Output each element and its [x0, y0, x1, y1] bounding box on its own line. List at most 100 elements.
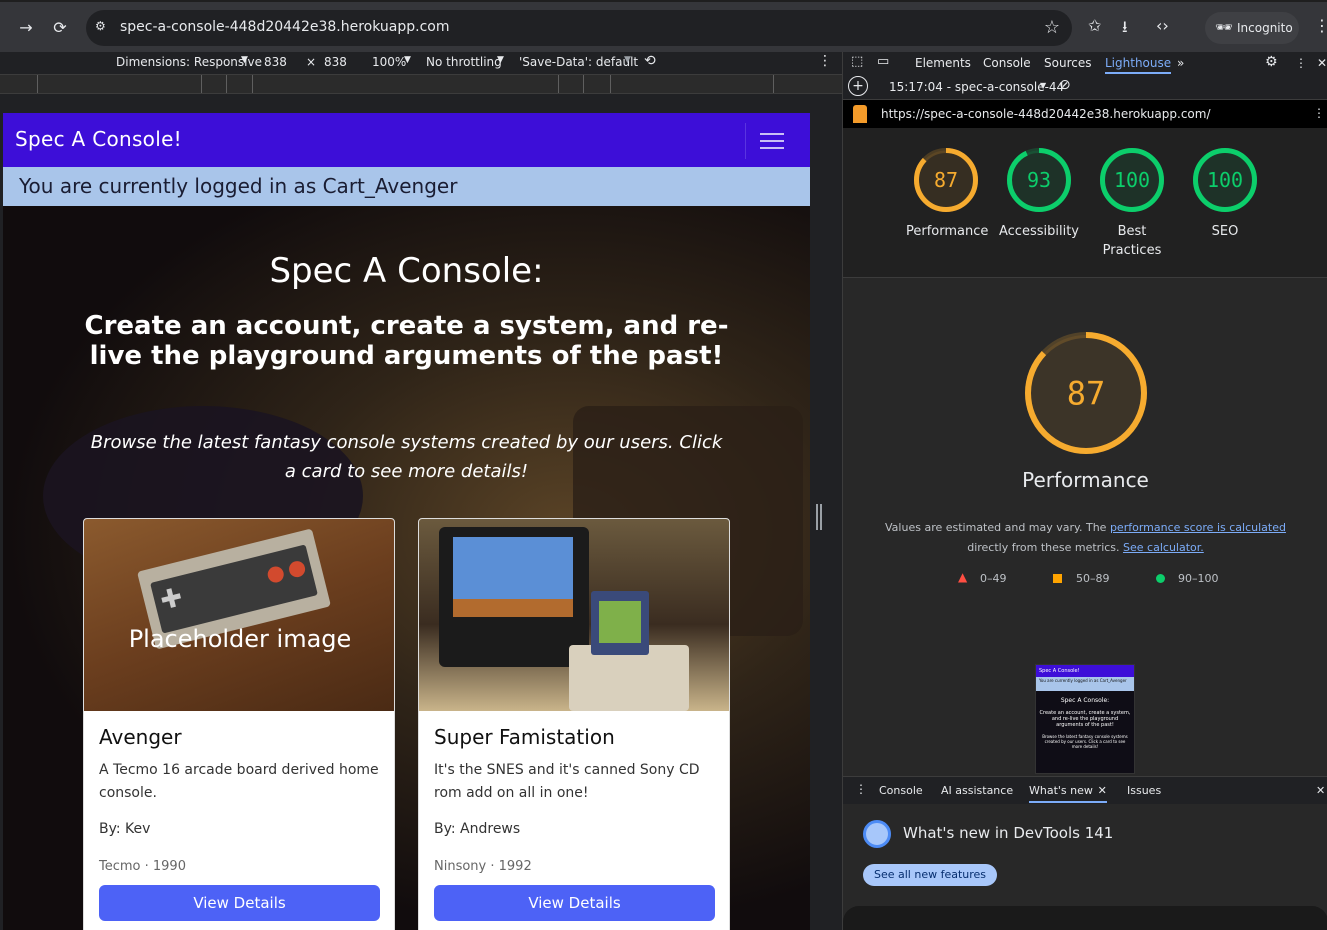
url-text[interactable]: spec-a-console-448d20442e38.herokuapp.co…	[120, 19, 450, 35]
gauge-score: 100	[1114, 168, 1150, 192]
fail-triangle-icon: ▲	[958, 570, 968, 584]
view-details-button[interactable]: View Details	[434, 885, 715, 921]
view-details-button[interactable]: View Details	[99, 885, 380, 921]
card-title: Super Famistation	[434, 725, 615, 749]
device-toggle-icon[interactable]: ▭	[877, 54, 889, 69]
close-tab-icon[interactable]: ✕	[1098, 784, 1107, 797]
device-toolbar: Dimensions: Responsive ▼ 838 × 838 100% …	[0, 52, 842, 74]
whats-new-title: What's new in DevTools 141	[903, 824, 1114, 842]
settings-gear-icon[interactable]: ⚙	[1265, 54, 1278, 70]
menu-icon[interactable]: ⋮	[1314, 16, 1327, 35]
incognito-label: Incognito	[1237, 21, 1293, 35]
lighthouse-icon	[853, 105, 867, 123]
lighthouse-toolbar: + 15:17:04 - spec-a-console-44 ▼ ⊘	[843, 74, 1327, 100]
score-note: Values are estimated and may vary. The p…	[883, 518, 1288, 558]
gauge-score: 100	[1207, 168, 1243, 192]
drawer-tab-label: What's new	[1029, 784, 1093, 797]
back-icon[interactable]: →	[14, 16, 38, 40]
close-drawer-icon[interactable]: ✕	[1316, 784, 1325, 797]
hero-text: Browse the latest fantasy console system…	[90, 432, 723, 482]
hamburger-menu-icon[interactable]	[745, 123, 797, 159]
address-bar[interactable]: ⚙ spec-a-console-448d20442e38.herokuapp.…	[86, 10, 1072, 46]
average-square-icon	[1053, 574, 1062, 583]
score-gauge[interactable]: 93 Accessibility	[999, 148, 1079, 241]
score-gauge[interactable]: 100 SEO	[1185, 148, 1265, 241]
score-label: Performance	[906, 224, 989, 239]
score-label: Best Practices	[1102, 224, 1162, 258]
drawer-tab-issues[interactable]: Issues	[1127, 784, 1161, 797]
performance-title: Performance	[1022, 468, 1149, 492]
console-card[interactable]: ✚ Placeholder image Avenger A Tecmo 16 a…	[83, 518, 395, 930]
hero-title: Spec A Console:	[269, 251, 544, 291]
devtools-tabs: ⬚ ▭ Elements Console Sources Lighthouse …	[843, 52, 1327, 74]
inspect-icon[interactable]: ⬚	[851, 54, 863, 69]
close-icon[interactable]: ✕	[1317, 56, 1327, 70]
score-ring: 100	[1100, 148, 1164, 212]
devtools-menu-icon[interactable]: ⋮	[1295, 56, 1307, 70]
drawer-tab-ai-assistance[interactable]: AI assistance	[941, 784, 1013, 797]
url-menu-icon[interactable]: ⋮	[1313, 106, 1325, 120]
tab-console[interactable]: Console	[983, 56, 1031, 70]
image-caption: Placeholder image	[128, 625, 352, 653]
tab-sources[interactable]: Sources	[1044, 56, 1091, 70]
devtools-panel: ⬚ ▭ Elements Console Sources Lighthouse …	[842, 52, 1327, 930]
resize-handle[interactable]	[816, 504, 822, 530]
reload-icon[interactable]: ⟳	[48, 16, 72, 40]
console-card[interactable]: Super Famistation It's the SNES and it's…	[418, 518, 730, 930]
download-icon[interactable]: ⭳	[1122, 16, 1128, 43]
note-text: Values are estimated and may vary. The	[885, 521, 1107, 534]
more-options-icon[interactable]: ⋮	[818, 53, 832, 69]
bookmark-star-icon[interactable]: ☆	[1044, 17, 1060, 38]
score-ring: 93	[1007, 148, 1071, 212]
drawer-tab-whats-new[interactable]: What's new ✕	[1029, 784, 1107, 803]
dropdown-arrow-icon: ▼	[497, 55, 504, 65]
site-settings-icon[interactable]: ⚙	[95, 19, 106, 33]
card-description: It's the SNES and it's canned Sony CD ro…	[434, 762, 700, 801]
see-all-features-button[interactable]: See all new features	[863, 864, 998, 886]
score-gauge[interactable]: 87 Performance	[906, 148, 989, 241]
incognito-badge[interactable]: 🕶 Incognito	[1205, 12, 1299, 44]
report-url[interactable]: https://spec-a-console-448d20442e38.hero…	[881, 107, 1210, 121]
throttling-select[interactable]: No throttling	[426, 55, 502, 69]
performance-gauge: 87 Performance	[843, 332, 1327, 492]
score-ring: 87	[914, 148, 978, 212]
see-calculator-link[interactable]: See calculator.	[1123, 541, 1204, 554]
tab-elements[interactable]: Elements	[915, 56, 971, 70]
drawer-tab-console[interactable]: Console	[879, 784, 923, 797]
score-calculated-link[interactable]: performance score is calculated	[1110, 521, 1286, 534]
new-report-icon[interactable]: +	[848, 76, 868, 96]
more-tabs-icon[interactable]: »	[1177, 56, 1184, 70]
gauge-score: 93	[1027, 168, 1051, 192]
score-gauge[interactable]: 100 Best Practices	[1092, 148, 1172, 260]
gauge-score: 87	[934, 168, 958, 192]
extensions-icon[interactable]: ✩	[1088, 16, 1101, 35]
clear-icon[interactable]: ⊘	[1059, 77, 1071, 93]
tab-lighthouse[interactable]: Lighthouse	[1105, 56, 1172, 74]
page-screenshot-thumbnail[interactable]: Spec A Console! You are currently logged…	[1035, 664, 1135, 774]
score-label: SEO	[1211, 224, 1239, 239]
cartridge-image	[591, 591, 649, 655]
hero-section: Spec A Console: Create an account, creat…	[3, 206, 810, 930]
card-description: A Tecmo 16 arcade board derived home con…	[99, 762, 379, 801]
website-preview: Spec A Console! You are currently logged…	[3, 113, 810, 930]
media-query-ruler[interactable]	[0, 74, 842, 94]
dropdown-arrow-icon: ▼	[624, 55, 631, 65]
save-data-select[interactable]: 'Save-Data': default	[519, 55, 638, 69]
legend-label: 0–49	[980, 572, 1007, 585]
zoom-select[interactable]: 100%	[372, 55, 406, 69]
legend-label: 50–89	[1076, 572, 1110, 585]
card-meta: Ninsony · 1992	[434, 859, 532, 874]
site-navbar: Spec A Console!	[3, 113, 810, 167]
report-select[interactable]: 15:17:04 - spec-a-console-44	[889, 80, 1064, 94]
devtools-icon[interactable]: ‹›	[1156, 16, 1169, 35]
performance-gauge-ring: 87	[1024, 332, 1147, 454]
width-input[interactable]: 838	[264, 55, 287, 69]
site-brand[interactable]: Spec A Console!	[15, 127, 182, 151]
rotate-icon[interactable]: ⟲	[644, 53, 656, 69]
height-input[interactable]: 838	[324, 55, 347, 69]
legend-label: 90–100	[1178, 572, 1219, 585]
card-image: ✚ Placeholder image	[84, 519, 394, 711]
drawer-menu-icon[interactable]: ⋮	[855, 782, 867, 796]
card-author: By: Andrews	[434, 821, 521, 837]
note-text: directly from these metrics.	[967, 541, 1120, 554]
